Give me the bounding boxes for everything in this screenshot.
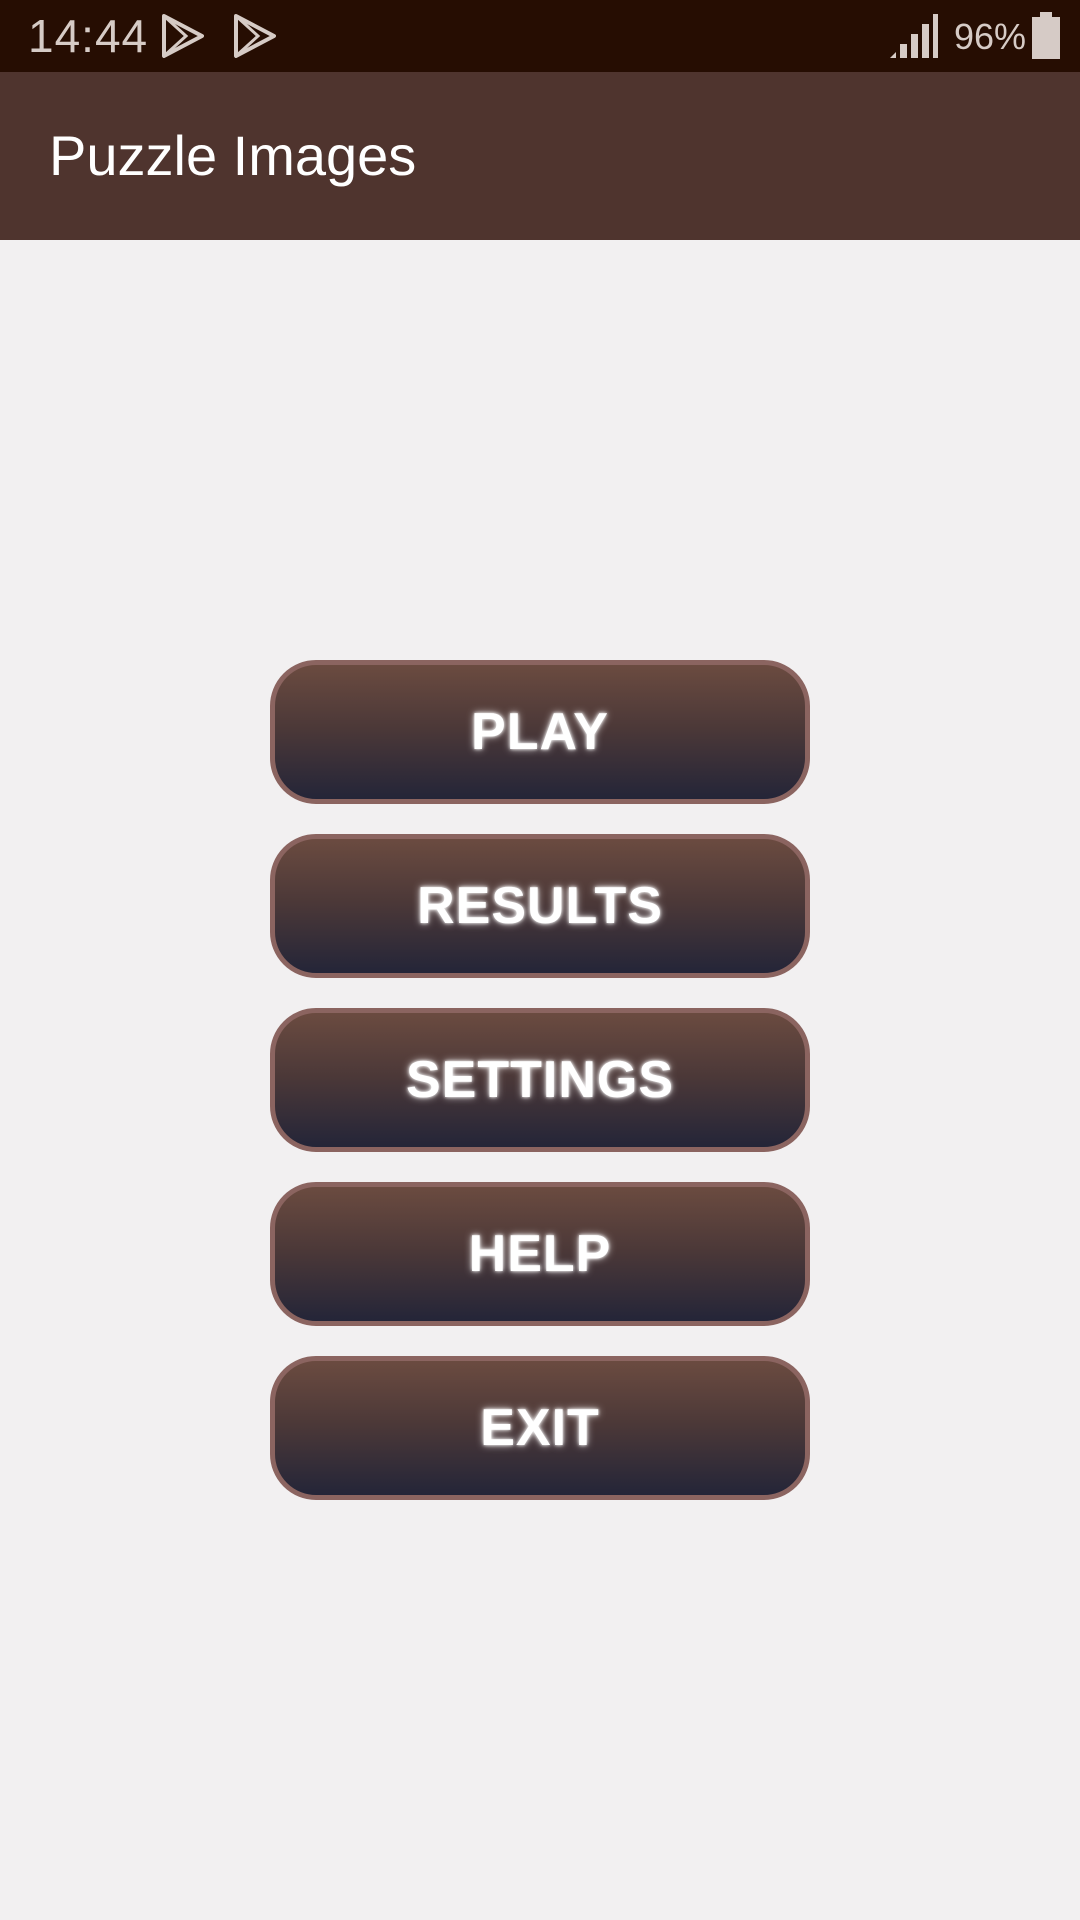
help-button[interactable]: HELP — [270, 1182, 810, 1326]
signal-icon — [890, 14, 938, 58]
main-menu: PLAY RESULTS SETTINGS HELP EXIT — [270, 660, 810, 1500]
play-store-icon — [234, 14, 276, 58]
app-bar: Puzzle Images — [0, 72, 1080, 240]
results-button[interactable]: RESULTS — [270, 834, 810, 978]
battery-percentage: 96% — [954, 16, 1027, 57]
app-title: Puzzle Images — [49, 124, 417, 187]
settings-button[interactable]: SETTINGS — [270, 1008, 810, 1152]
status-time: 14:44 — [28, 10, 149, 62]
status-bar: 14:44 96% — [0, 0, 1080, 72]
play-button[interactable]: PLAY — [270, 660, 810, 804]
play-store-icon — [162, 14, 204, 58]
exit-button[interactable]: EXIT — [270, 1356, 810, 1500]
battery-icon — [1032, 12, 1060, 59]
